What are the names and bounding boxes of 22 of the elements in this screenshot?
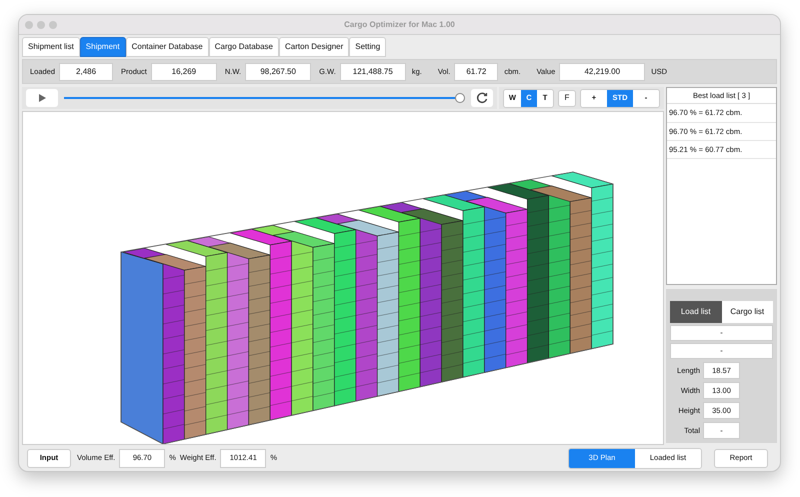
window-title: Cargo Optimizer for Mac 1.00 — [344, 18, 455, 30]
play-icon — [38, 94, 46, 102]
tab[interactable]: Shipment — [80, 37, 126, 57]
slider-thumb[interactable] — [454, 93, 465, 103]
play-button[interactable] — [26, 89, 58, 107]
tab[interactable]: Carton Designer — [279, 37, 350, 57]
toggle-button[interactable]: Cargo list — [722, 301, 773, 323]
reset-view-button[interactable] — [470, 89, 493, 107]
refresh-icon — [476, 92, 488, 104]
value-field: 2,486 — [59, 62, 114, 80]
tab[interactable]: Container Database — [126, 37, 209, 57]
value-field: 42,219.00 — [559, 62, 646, 80]
f-button[interactable]: F — [558, 90, 576, 106]
tab[interactable]: Cargo Database — [208, 37, 280, 57]
value-field: 16,269 — [150, 62, 217, 80]
tab[interactable]: Shipment list — [22, 37, 80, 57]
playback-slider[interactable] — [64, 92, 465, 104]
tab[interactable]: Setting — [349, 37, 386, 57]
value-field: 121,488.75 — [340, 62, 406, 80]
toggle-button[interactable]: Load list — [670, 301, 722, 323]
value-field: 61.72 — [454, 62, 498, 80]
value-field: 98,267.50 — [245, 62, 312, 80]
